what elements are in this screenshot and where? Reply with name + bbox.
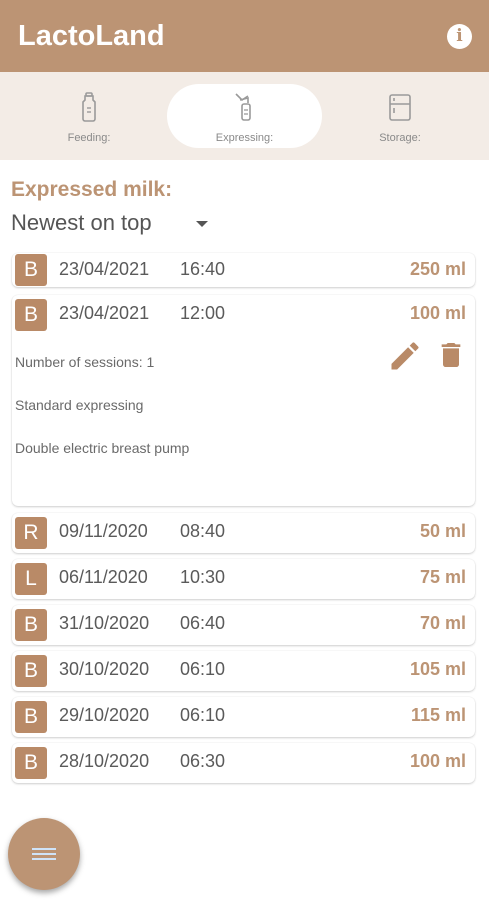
fridge-icon [389, 94, 411, 121]
list-item[interactable]: B 30/10/2020 06:10 105 ml [12, 651, 475, 691]
entry-date: 28/10/2020 [59, 751, 150, 771]
entry-date: 29/10/2020 [59, 705, 150, 725]
side-badge: L [15, 563, 47, 595]
list-item[interactable]: B 23/04/2021 16:40 250 ml [12, 253, 475, 287]
main-content: Expressed milk: Newest on top B 23/04/20… [0, 160, 489, 900]
list-item-expanded[interactable]: B 23/04/2021 12:00 100 ml Number of sess… [12, 295, 475, 506]
dropdown-arrow-icon [196, 221, 208, 227]
bottle-icon [82, 92, 96, 122]
entry-amount: 105 ml [409, 659, 466, 679]
info-icon[interactable]: i [447, 24, 472, 49]
tab-expressing[interactable]: Expressing: [167, 84, 322, 148]
sort-dropdown[interactable]: Newest on top [11, 210, 216, 242]
list-item[interactable]: L 06/11/2020 10:30 75 ml [12, 559, 475, 599]
entry-amount: 250 ml [409, 259, 466, 279]
entry-amount: 100 ml [409, 751, 466, 771]
entry-amount: 50 ml [419, 521, 466, 541]
tab-feeding-label: Feeding: [67, 132, 111, 144]
entry-date: 06/11/2020 [59, 567, 148, 587]
entry-time: 16:40 [180, 259, 226, 279]
entry-time: 06:10 [180, 659, 226, 679]
entry-expressing-type: Standard expressing [15, 397, 144, 413]
entry-time: 10:30 [180, 567, 226, 587]
app-title: LactoLand [18, 20, 165, 52]
entry-date: 23/04/2021 [59, 259, 150, 279]
entry-time: 06:40 [180, 613, 226, 633]
app-bar: LactoLand i [0, 0, 489, 72]
side-badge: B [15, 609, 47, 641]
entry-date: 09/11/2020 [59, 521, 148, 541]
sort-dropdown-value: Newest on top [11, 210, 152, 235]
entry-amount: 70 ml [419, 613, 466, 633]
entry-pump-type: Double electric breast pump [15, 440, 190, 456]
entry-date: 31/10/2020 [59, 613, 150, 633]
side-badge: R [15, 517, 47, 549]
entry-amount: 75 ml [419, 567, 466, 587]
list-item[interactable]: B 29/10/2020 06:10 115 ml [12, 697, 475, 737]
side-badge: B [15, 299, 47, 331]
tab-storage[interactable]: Storage: [324, 84, 476, 148]
entry-amount: 100 ml [409, 303, 466, 323]
tab-feeding[interactable]: Feeding: [13, 84, 165, 148]
side-badge: B [15, 655, 47, 687]
side-badge: B [15, 747, 47, 779]
entry-time: 06:30 [180, 751, 226, 771]
delete-icon[interactable] [435, 337, 467, 373]
tab-bar: Feeding: Expressing: Storage: [0, 72, 489, 160]
tab-storage-label: Storage: [379, 132, 421, 144]
entry-amount: 115 ml [410, 705, 466, 725]
edit-icon[interactable] [387, 338, 423, 374]
entry-time: 12:00 [180, 303, 226, 323]
list-item[interactable]: B 28/10/2020 06:30 100 ml [12, 743, 475, 783]
list-item[interactable]: B 31/10/2020 06:40 70 ml [12, 605, 475, 645]
menu-fab-button[interactable] [8, 818, 80, 890]
section-title: Expressed milk: [11, 178, 173, 201]
list-item[interactable]: R 09/11/2020 08:40 50 ml [12, 513, 475, 553]
side-badge: B [15, 701, 47, 733]
tab-expressing-label: Expressing: [215, 132, 274, 144]
entry-date: 23/04/2021 [59, 303, 150, 323]
side-badge: B [15, 254, 47, 286]
entry-sessions: Number of sessions: 1 [15, 354, 155, 370]
entry-time: 08:40 [180, 521, 226, 541]
breast-pump-icon [234, 93, 251, 121]
entry-date: 30/10/2020 [59, 659, 150, 679]
entry-time: 06:10 [180, 705, 226, 725]
